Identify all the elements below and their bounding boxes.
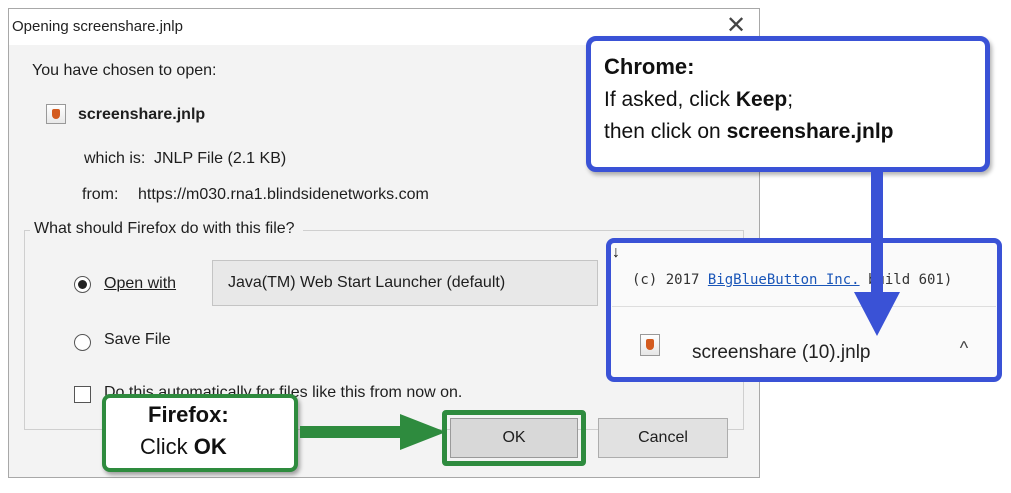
firefox-callout-prefix: Click [140,434,194,459]
file-name: screenshare.jnlp [78,106,206,123]
chrome-line1-prefix: If asked, click [604,88,736,111]
firefox-callout-text: Click OK [140,434,227,460]
copyright-link[interactable]: BigBlueButton Inc. [708,272,860,288]
auto-checkbox[interactable] [74,386,91,403]
copyright-text: (c) 2017 BigBlueButton Inc. build 601) [632,272,952,288]
java-file-icon [46,104,66,124]
arrow-right-icon [300,414,446,450]
arrow-down-icon [854,170,900,336]
copyright-prefix: (c) 2017 [632,272,708,288]
application-select-value: Java(TM) Web Start Launcher (default) [228,274,506,291]
ok-button[interactable]: OK [450,418,578,458]
open-with-radio[interactable] [74,276,91,293]
action-question: What should Firefox do with this file? [30,220,303,238]
cancel-button[interactable]: Cancel [598,418,728,458]
firefox-callout-title: Firefox: [148,402,229,427]
chrome-line2-suffix: .jnlp [850,120,894,143]
source-url: https://m030.rna1.blindsidenetworks.com [138,186,429,203]
java-file-icon[interactable] [640,334,660,356]
chrome-line1-suffix: ; [787,88,794,111]
chrome-callout-title: Chrome: [604,54,695,79]
save-file-radio[interactable] [74,334,91,351]
chosen-to-open-text: You have chosen to open: [32,62,217,79]
cursor-icon: ↓ [612,244,620,261]
file-type-value: JNLP File (2.1 KB) [154,150,287,167]
panel-divider [612,306,996,307]
open-with-label[interactable]: Open with [104,275,176,293]
chrome-callout-line1: If asked, click Keep; [604,88,793,112]
chrome-line2-prefix: then click on [604,120,727,143]
chrome-line2-bold: screenshare [726,120,851,143]
chrome-callout-line2: then click on screenshare.jnlp [604,120,894,144]
save-file-label[interactable]: Save File [104,331,171,349]
chevron-up-icon[interactable]: ^ [952,338,976,362]
firefox-callout-bold: OK [193,434,227,459]
dialog-title: Opening screenshare.jnlp [12,18,183,35]
download-item-name[interactable]: screenshare (10).jnlp [692,342,870,364]
which-is-label: which is: [84,150,146,167]
from-label: from: [82,186,119,203]
chrome-line1-bold: Keep [735,88,788,111]
